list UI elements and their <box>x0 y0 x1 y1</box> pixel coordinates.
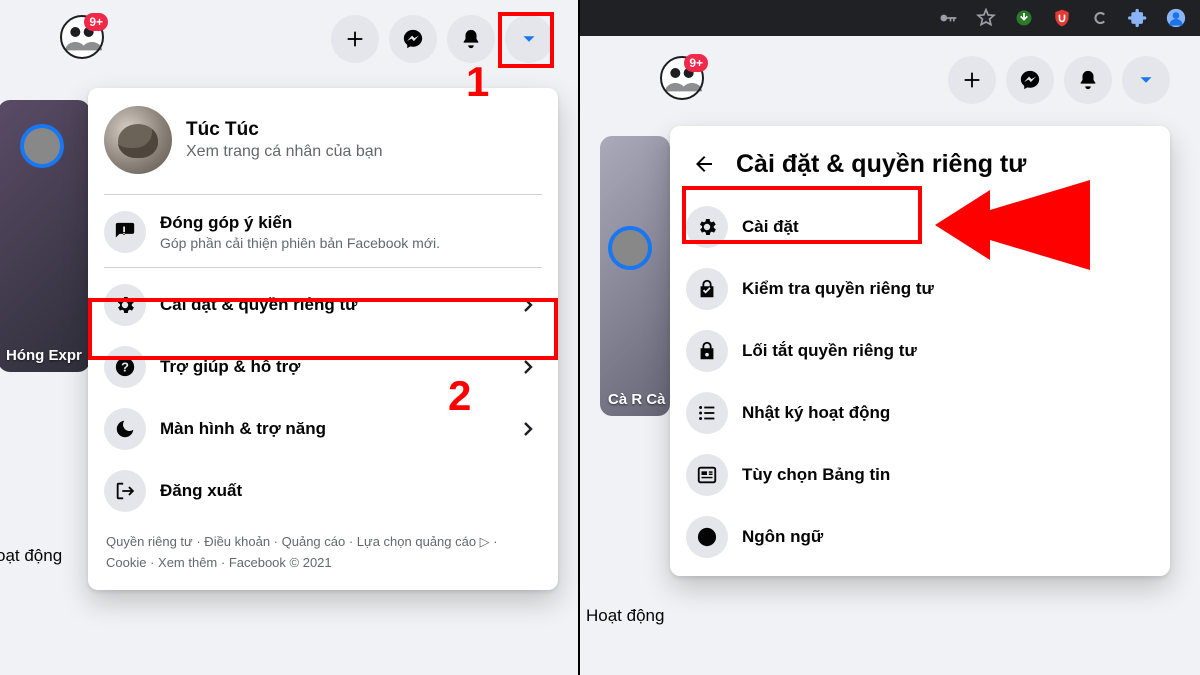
gear-icon <box>104 284 146 326</box>
groups-icon[interactable]: 9+ <box>60 15 104 59</box>
privacy-shortcuts-label: Lối tắt quyền riêng tư <box>742 341 1154 361</box>
question-icon: ? <box>104 346 146 388</box>
activity-log-label: Nhật ký hoạt động <box>742 403 1154 423</box>
privacy-checkup-label: Kiểm tra quyền riêng tư <box>742 279 1154 299</box>
list-icon <box>686 392 728 434</box>
privacy-shortcuts-item[interactable]: Lối tắt quyền riêng tư <box>678 320 1162 382</box>
messenger-icon <box>402 28 424 50</box>
profile-subtitle: Xem trang cá nhân của bạn <box>186 143 383 161</box>
feedback-title: Đóng góp ý kiến <box>160 213 542 233</box>
ext-idm-icon[interactable] <box>1014 8 1034 28</box>
account-menu: Túc Túc Xem trang cá nhân của bạn Đóng g… <box>88 88 558 590</box>
news-feed-icon <box>686 454 728 496</box>
footer-links[interactable]: Quyền riêng tư · Điều khoản · Quảng cáo … <box>96 522 550 582</box>
gear-icon <box>686 206 728 248</box>
lock-check-icon <box>686 268 728 310</box>
settings-privacy-item[interactable]: Cài đặt & quyền riêng tư <box>96 274 550 336</box>
story-tile[interactable]: Hóng Expr <box>0 100 90 372</box>
lock-icon <box>686 330 728 372</box>
story-avatar-ring <box>608 226 652 270</box>
browser-toolbar <box>580 0 1200 36</box>
caret-down-icon <box>518 28 540 50</box>
submenu-title: Cài đặt & quyền riêng tư <box>736 150 1026 179</box>
chevron-right-icon <box>514 291 542 319</box>
logout-icon <box>104 470 146 512</box>
divider <box>104 267 542 268</box>
bg-activity-text: oạt động <box>0 546 62 566</box>
avatar <box>104 106 172 174</box>
story-label: Cà R Cà <box>608 391 666 408</box>
logout-label: Đăng xuất <box>160 481 542 501</box>
plus-icon <box>344 28 366 50</box>
messenger-icon <box>1019 69 1041 91</box>
profile-link[interactable]: Túc Túc Xem trang cá nhân của bạn <box>96 96 550 190</box>
logout-item[interactable]: Đăng xuất <box>96 460 550 522</box>
settings-privacy-label: Cài đặt & quyền riêng tư <box>160 295 514 315</box>
star-icon[interactable] <box>976 8 996 28</box>
account-dropdown-button[interactable] <box>505 15 553 63</box>
settings-privacy-submenu: Cài đặt & quyền riêng tư Cài đặt Kiểm tr… <box>670 126 1170 576</box>
ext-c-icon[interactable] <box>1090 8 1110 28</box>
profile-name: Túc Túc <box>186 119 383 141</box>
notif-badge: 9+ <box>684 54 708 72</box>
back-button[interactable] <box>686 146 722 182</box>
language-item[interactable]: Ngôn ngữ <box>678 506 1162 568</box>
messenger-button[interactable] <box>1006 56 1054 104</box>
create-button[interactable] <box>948 56 996 104</box>
groups-icon[interactable]: 9+ <box>660 56 704 100</box>
display-access-label: Màn hình & trợ năng <box>160 419 514 439</box>
feedback-icon <box>104 211 146 253</box>
plus-icon <box>961 69 983 91</box>
divider <box>104 194 542 195</box>
news-feed-prefs-label: Tùy chọn Bảng tin <box>742 465 1154 485</box>
activity-log-item[interactable]: Nhật ký hoạt động <box>678 382 1162 444</box>
messenger-button[interactable] <box>389 15 437 63</box>
help-support-label: Trợ giúp & hỗ trợ <box>160 357 514 377</box>
notifications-button[interactable] <box>1064 56 1112 104</box>
bg-activity-text: Hoạt động <box>586 606 664 626</box>
profile-avatar-icon[interactable] <box>1166 8 1186 28</box>
moon-icon <box>104 408 146 450</box>
language-label: Ngôn ngữ <box>742 527 1154 547</box>
arrow-left-icon <box>692 152 716 176</box>
create-button[interactable] <box>331 15 379 63</box>
key-icon[interactable] <box>938 8 958 28</box>
story-tile[interactable]: Cà R Cà <box>600 136 670 416</box>
svg-text:?: ? <box>121 360 129 375</box>
account-dropdown-button[interactable] <box>1122 56 1170 104</box>
settings-label: Cài đặt <box>742 217 1154 237</box>
notifications-button[interactable] <box>447 15 495 63</box>
story-avatar-ring <box>20 124 64 168</box>
feedback-subtitle: Góp phần cải thiện phiên bản Facebook mớ… <box>160 235 542 251</box>
privacy-checkup-item[interactable]: Kiểm tra quyền riêng tư <box>678 258 1162 320</box>
feedback-item[interactable]: Đóng góp ý kiến Góp phần cải thiện phiên… <box>96 201 550 263</box>
news-feed-prefs-item[interactable]: Tùy chọn Bảng tin <box>678 444 1162 506</box>
chevron-right-icon <box>514 415 542 443</box>
chevron-right-icon <box>514 353 542 381</box>
caret-down-icon <box>1135 69 1157 91</box>
display-access-item[interactable]: Màn hình & trợ năng <box>96 398 550 460</box>
help-support-item[interactable]: ? Trợ giúp & hỗ trợ <box>96 336 550 398</box>
globe-icon <box>686 516 728 558</box>
story-label: Hóng Expr <box>6 347 82 364</box>
notif-badge: 9+ <box>84 13 108 31</box>
extensions-icon[interactable] <box>1128 8 1148 28</box>
ext-ublock-icon[interactable] <box>1052 8 1072 28</box>
settings-item[interactable]: Cài đặt <box>678 196 1162 258</box>
bell-icon <box>1077 69 1099 91</box>
bell-icon <box>460 28 482 50</box>
